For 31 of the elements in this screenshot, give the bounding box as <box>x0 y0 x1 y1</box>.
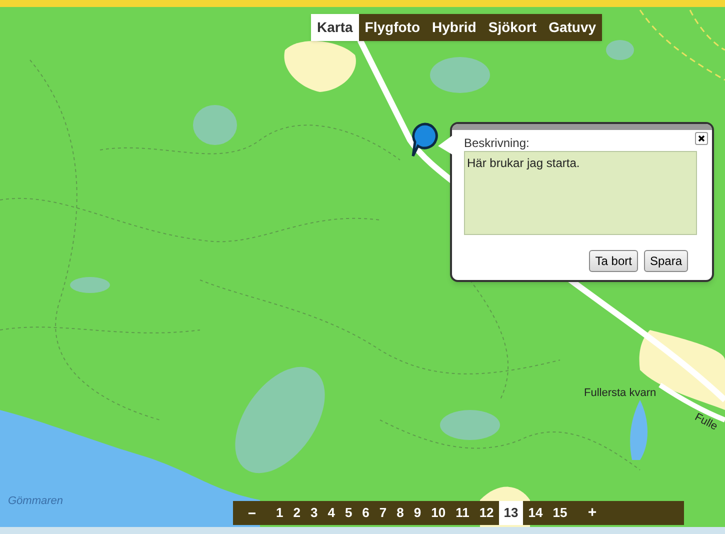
zoom-level[interactable]: 1 <box>271 501 288 525</box>
zoom-level[interactable]: 13 <box>498 501 524 525</box>
description-field[interactable]: Här brukar jag starta. <box>464 151 697 235</box>
zoom-level[interactable]: 12 <box>474 501 499 525</box>
popup-action-button[interactable]: Spara <box>644 250 688 272</box>
zoom-level[interactable]: 7 <box>374 501 392 525</box>
popup-action-button[interactable]: Ta bort <box>589 250 638 272</box>
map-type-tab[interactable]: Flygfoto <box>358 14 426 41</box>
zoom-level[interactable]: 14 <box>523 501 548 525</box>
close-icon[interactable] <box>695 132 708 145</box>
zoom-level[interactable]: 8 <box>392 501 409 525</box>
zoom-level[interactable]: 9 <box>408 501 426 525</box>
zoom-level[interactable]: 11 <box>450 501 474 525</box>
zoom-level[interactable]: 10 <box>426 501 451 525</box>
zoom-level[interactable]: 5 <box>340 501 358 525</box>
map-type-tab[interactable]: Hybrid <box>426 14 482 41</box>
zoom-level[interactable]: 6 <box>357 501 374 525</box>
map-type-tab[interactable]: Gatuvy <box>542 14 602 41</box>
map-pin-icon <box>410 122 440 158</box>
zoom-in-button[interactable]: + <box>584 502 600 524</box>
description-label: Beskrivning: <box>464 135 530 152</box>
map-label: Fulle <box>692 410 720 435</box>
map-label: Fullersta kvarn <box>584 386 656 401</box>
zoom-level[interactable]: 3 <box>305 501 323 525</box>
zoom-level[interactable]: 2 <box>288 501 306 525</box>
zoom-level[interactable]: 15 <box>548 501 572 525</box>
zoom-out-button[interactable]: − <box>241 502 263 524</box>
map-type-tab[interactable]: Sjökort <box>482 14 543 41</box>
map-type-tab[interactable]: Karta <box>311 14 359 41</box>
map-label: Gömmaren <box>8 494 64 509</box>
zoom-level[interactable]: 4 <box>322 501 340 525</box>
